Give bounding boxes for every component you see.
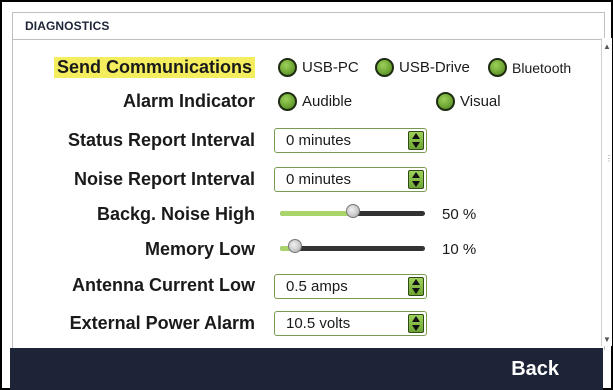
- radio-bluetooth[interactable]: Bluetooth: [488, 58, 571, 77]
- external-power-alarm-stepper[interactable]: 10.5 volts: [274, 311, 427, 336]
- backg-noise-high-value: 50 %: [442, 206, 477, 223]
- page-title: DIAGNOSTICS: [25, 19, 110, 33]
- scroll-down-icon[interactable]: ▼: [603, 335, 611, 344]
- footer-bar: Back: [10, 348, 603, 390]
- radio-usb-pc-label: USB-PC: [302, 59, 359, 76]
- spinner-icon[interactable]: [408, 314, 424, 333]
- status-report-interval-value: 0 minutes: [286, 132, 352, 149]
- memory-low-value: 10 %: [442, 241, 477, 258]
- status-report-interval-stepper[interactable]: 0 minutes: [274, 128, 427, 153]
- radio-audible[interactable]: Audible: [278, 92, 352, 111]
- radio-button-icon[interactable]: [278, 92, 297, 111]
- radio-usb-drive[interactable]: USB-Drive: [375, 58, 470, 77]
- radio-button-icon[interactable]: [436, 92, 455, 111]
- backg-noise-high-label: Backg. Noise High: [96, 204, 255, 224]
- spinner-icon[interactable]: [408, 170, 424, 189]
- alarm-indicator-label: Alarm Indicator: [122, 91, 255, 111]
- spinner-icon[interactable]: [408, 131, 424, 150]
- status-report-interval-label: Status Report Interval: [67, 130, 255, 150]
- slider-handle[interactable]: [287, 239, 302, 253]
- send-communications-label: Send Communications: [53, 57, 255, 78]
- antenna-current-low-value: 0.5 amps: [286, 278, 348, 295]
- slider-handle[interactable]: [345, 204, 360, 218]
- external-power-alarm-label: External Power Alarm: [69, 313, 255, 333]
- slider-fill: [280, 211, 353, 216]
- external-power-alarm-value: 10.5 volts: [286, 315, 351, 332]
- radio-usb-drive-label: USB-Drive: [399, 59, 470, 76]
- radio-button-icon[interactable]: [375, 58, 394, 77]
- radio-usb-pc[interactable]: USB-PC: [278, 58, 359, 77]
- memory-low-slider[interactable]: [280, 239, 425, 253]
- slider-track[interactable]: [280, 246, 425, 251]
- back-button[interactable]: Back: [511, 358, 559, 381]
- noise-report-interval-label: Noise Report Interval: [73, 169, 255, 189]
- scroll-grip-icon[interactable]: ⋮: [605, 155, 613, 163]
- spinner-icon[interactable]: [408, 277, 424, 296]
- radio-button-icon[interactable]: [278, 58, 297, 77]
- noise-report-interval-value: 0 minutes: [286, 171, 352, 188]
- antenna-current-low-label: Antenna Current Low: [72, 275, 255, 295]
- radio-visual-label: Visual: [460, 93, 501, 110]
- memory-low-label: Memory Low: [144, 239, 255, 259]
- antenna-current-low-stepper[interactable]: 0.5 amps: [274, 274, 427, 299]
- radio-button-icon[interactable]: [488, 58, 507, 77]
- radio-bluetooth-label: Bluetooth: [512, 59, 572, 76]
- settings-panel: [12, 40, 605, 350]
- scroll-up-icon[interactable]: ▲: [603, 42, 611, 51]
- noise-report-interval-stepper[interactable]: 0 minutes: [274, 167, 427, 192]
- title-bar: DIAGNOSTICS: [12, 12, 605, 40]
- radio-audible-label: Audible: [302, 93, 353, 110]
- vertical-scrollbar[interactable]: ▲ ⋮ ▼: [601, 38, 613, 346]
- radio-visual[interactable]: Visual: [436, 92, 501, 111]
- backg-noise-high-slider[interactable]: [280, 204, 425, 218]
